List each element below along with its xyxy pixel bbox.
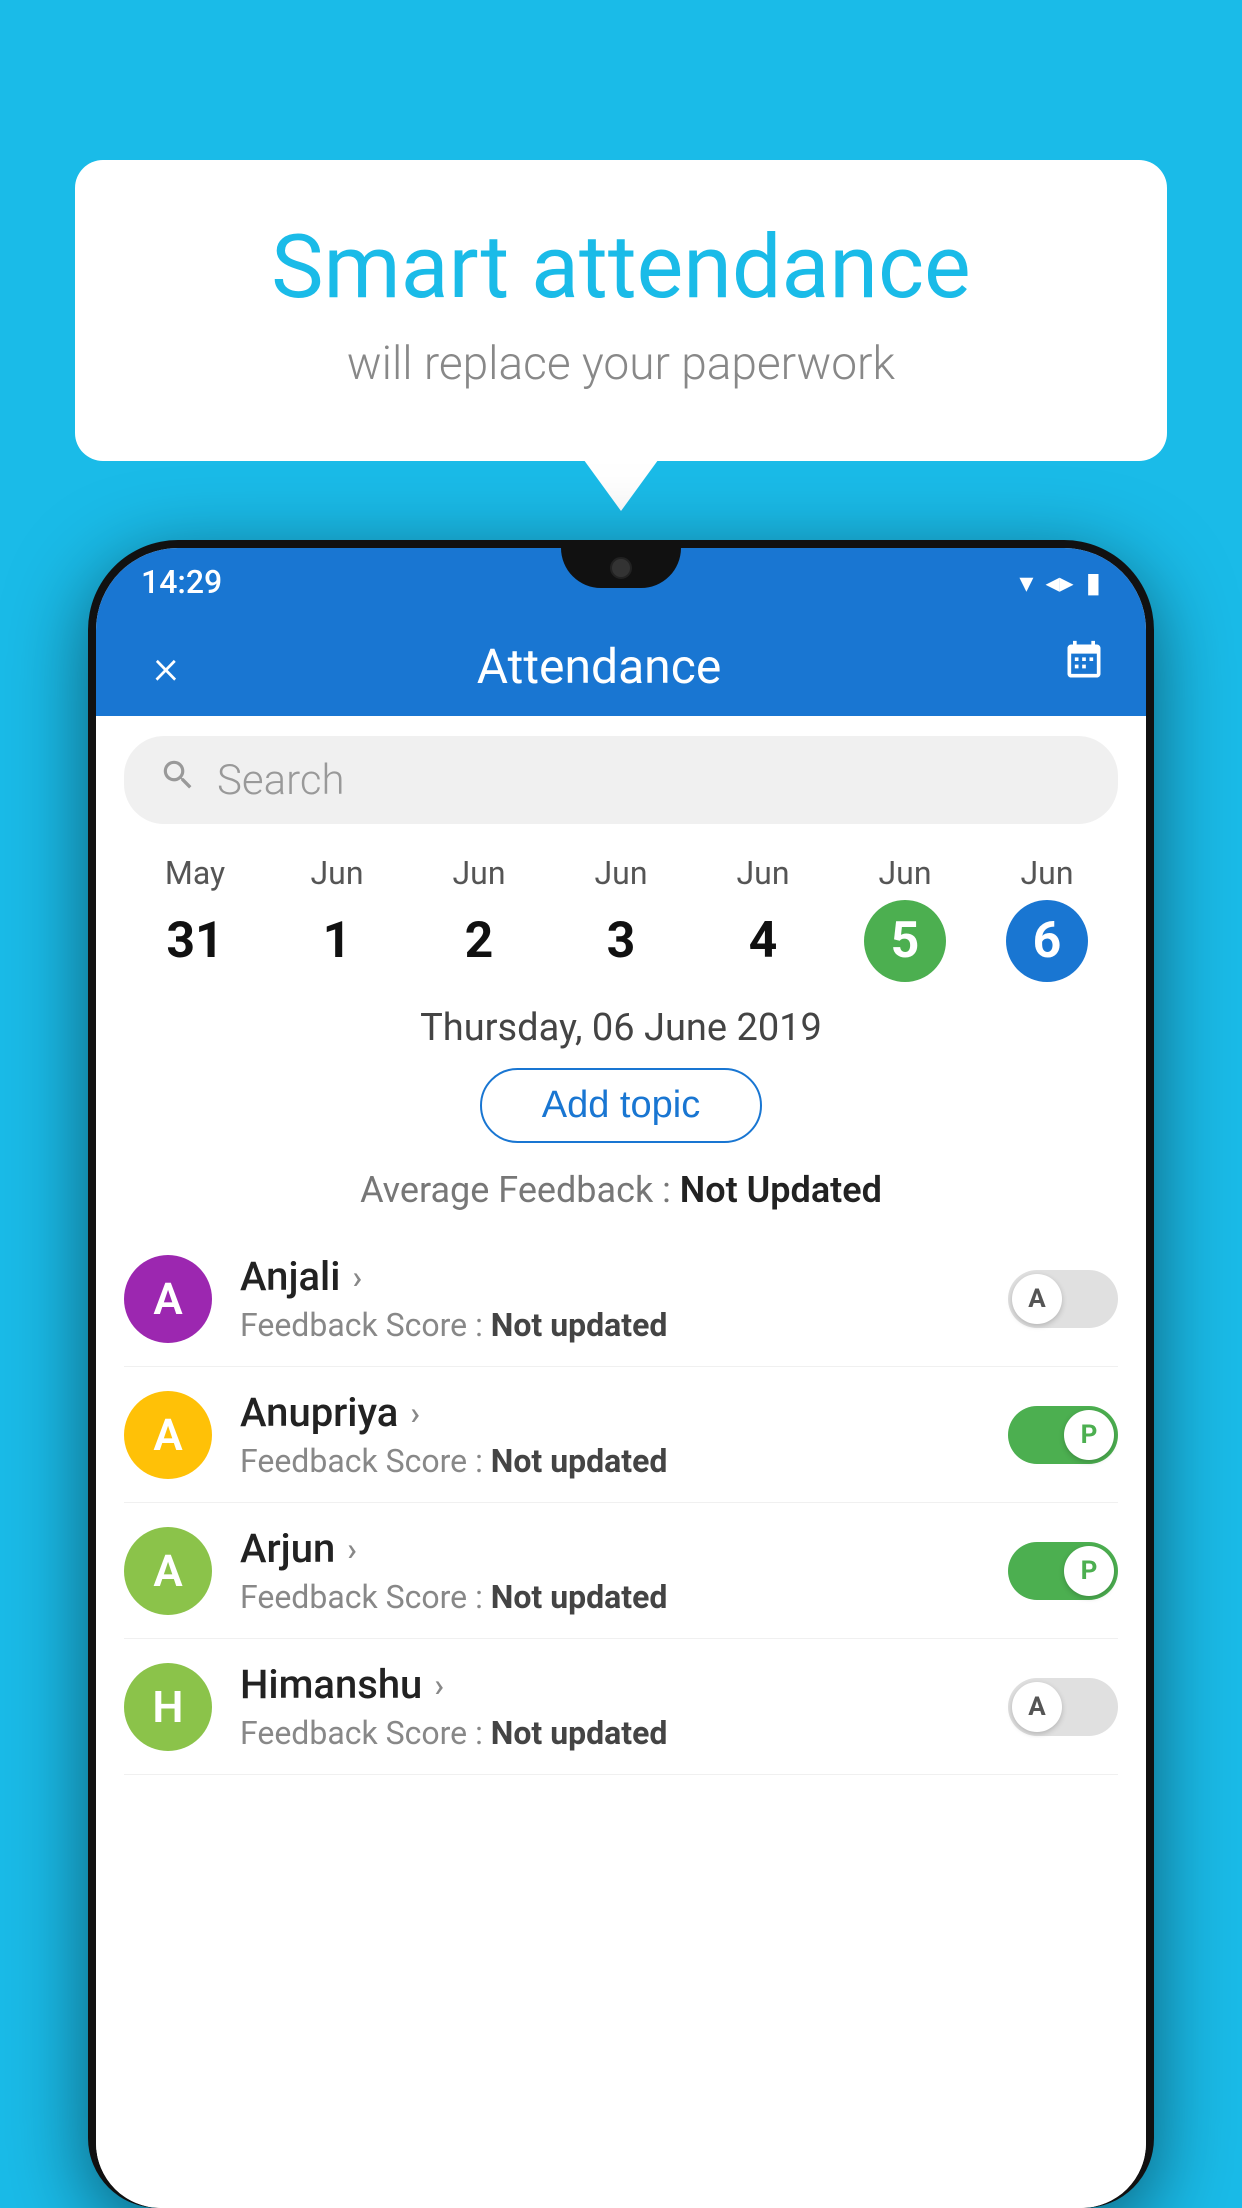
student-info: Arjun › Feedback Score : Not updated <box>240 1525 980 1616</box>
signal-icon: ◂▸ <box>1045 566 1073 599</box>
student-avatar: H <box>124 1663 212 1751</box>
chevron-icon: › <box>352 1258 362 1296</box>
student-name: Arjun › <box>240 1525 980 1572</box>
calendar-day[interactable]: Jun 2 <box>438 854 520 982</box>
wifi-icon: ▾ <box>1019 566 1033 599</box>
phone-screen: 14:29 ▾ ◂▸ ▮ × Attendance <box>96 548 1146 2208</box>
attendance-toggle[interactable]: P <box>1008 1406 1118 1464</box>
close-button[interactable]: × <box>136 638 196 695</box>
cal-date-label: 4 <box>722 900 804 982</box>
screen-content: Search May 31 Jun 1 Jun 2 Jun 3 Jun 4 Jun 5 Jun 6 Thu… <box>96 716 1146 2208</box>
chevron-icon: › <box>434 1666 444 1704</box>
speech-bubble-title: Smart attendance <box>155 220 1087 317</box>
phone-inner: 14:29 ▾ ◂▸ ▮ × Attendance <box>96 548 1146 2208</box>
cal-date-label: 6 <box>1006 900 1088 982</box>
calendar-strip: May 31 Jun 1 Jun 2 Jun 3 Jun 4 Jun 5 Jun 6 <box>96 844 1146 992</box>
speech-bubble-subtitle: will replace your paperwork <box>155 337 1087 391</box>
student-item[interactable]: A Arjun › Feedback Score : Not updated P <box>124 1503 1118 1639</box>
selected-date: Thursday, 06 June 2019 <box>96 992 1146 1068</box>
add-topic-button[interactable]: Add topic <box>480 1068 762 1143</box>
student-item[interactable]: A Anupriya › Feedback Score : Not updated P <box>124 1367 1118 1503</box>
cal-month-label: Jun <box>595 854 648 892</box>
calendar-day[interactable]: Jun 4 <box>722 854 804 982</box>
search-bar[interactable]: Search <box>124 736 1118 824</box>
calendar-day[interactable]: Jun 1 <box>296 854 378 982</box>
calendar-day[interactable]: May 31 <box>154 854 236 982</box>
cal-month-label: Jun <box>737 854 790 892</box>
student-feedback: Feedback Score : Not updated <box>240 1578 980 1616</box>
toggle-knob: P <box>1064 1410 1114 1460</box>
toggle-knob: A <box>1012 1274 1062 1324</box>
student-name: Anjali › <box>240 1253 980 1300</box>
average-feedback: Average Feedback : Not Updated <box>96 1161 1146 1231</box>
phone-frame: 14:29 ▾ ◂▸ ▮ × Attendance <box>88 540 1154 2208</box>
cal-date-label: 5 <box>864 900 946 982</box>
student-info: Anupriya › Feedback Score : Not updated <box>240 1389 980 1480</box>
student-info: Himanshu › Feedback Score : Not updated <box>240 1661 980 1752</box>
calendar-day[interactable]: Jun 6 <box>1006 854 1088 982</box>
calendar-icon[interactable] <box>1062 639 1106 694</box>
search-icon <box>159 756 197 805</box>
cal-date-label: 2 <box>438 900 520 982</box>
student-name: Himanshu › <box>240 1661 980 1708</box>
student-feedback: Feedback Score : Not updated <box>240 1306 980 1344</box>
cal-date-label: 3 <box>580 900 662 982</box>
cal-month-label: May <box>165 854 225 892</box>
student-list: AAnjali ›Feedback Score : Not updatedAAA… <box>96 1231 1146 1775</box>
calendar-day[interactable]: Jun 3 <box>580 854 662 982</box>
app-title: Attendance <box>196 638 1002 695</box>
camera <box>610 557 632 579</box>
chevron-icon: › <box>347 1530 357 1568</box>
student-info: Anjali › Feedback Score : Not updated <box>240 1253 980 1344</box>
cal-month-label: Jun <box>311 854 364 892</box>
student-avatar: A <box>124 1391 212 1479</box>
student-avatar: A <box>124 1527 212 1615</box>
cal-date-label: 1 <box>296 900 378 982</box>
student-feedback: Feedback Score : Not updated <box>240 1714 980 1752</box>
battery-icon: ▮ <box>1086 566 1101 599</box>
cal-month-label: Jun <box>879 854 932 892</box>
feedback-value: Not Updated <box>680 1169 882 1211</box>
student-name: Anupriya › <box>240 1389 980 1436</box>
attendance-toggle[interactable]: A <box>1008 1678 1118 1736</box>
status-time: 14:29 <box>141 563 222 601</box>
cal-month-label: Jun <box>453 854 506 892</box>
feedback-label: Average Feedback : <box>360 1169 671 1211</box>
cal-date-label: 31 <box>154 900 236 982</box>
toggle-knob: A <box>1012 1682 1062 1732</box>
student-feedback: Feedback Score : Not updated <box>240 1442 980 1480</box>
student-avatar: A <box>124 1255 212 1343</box>
student-item[interactable]: H Himanshu › Feedback Score : Not updated A <box>124 1639 1118 1775</box>
speech-bubble-container: Smart attendance will replace your paper… <box>75 160 1167 461</box>
status-icons: ▾ ◂▸ ▮ <box>1019 566 1101 599</box>
chevron-icon: › <box>410 1394 420 1432</box>
toggle-knob: P <box>1064 1546 1114 1596</box>
student-item[interactable]: A Anjali › Feedback Score : Not updated A <box>124 1231 1118 1367</box>
cal-month-label: Jun <box>1021 854 1074 892</box>
app-header: × Attendance <box>96 616 1146 716</box>
search-placeholder: Search <box>217 756 345 805</box>
attendance-toggle[interactable]: P <box>1008 1542 1118 1600</box>
attendance-toggle[interactable]: A <box>1008 1270 1118 1328</box>
calendar-day[interactable]: Jun 5 <box>864 854 946 982</box>
speech-bubble: Smart attendance will replace your paper… <box>75 160 1167 461</box>
